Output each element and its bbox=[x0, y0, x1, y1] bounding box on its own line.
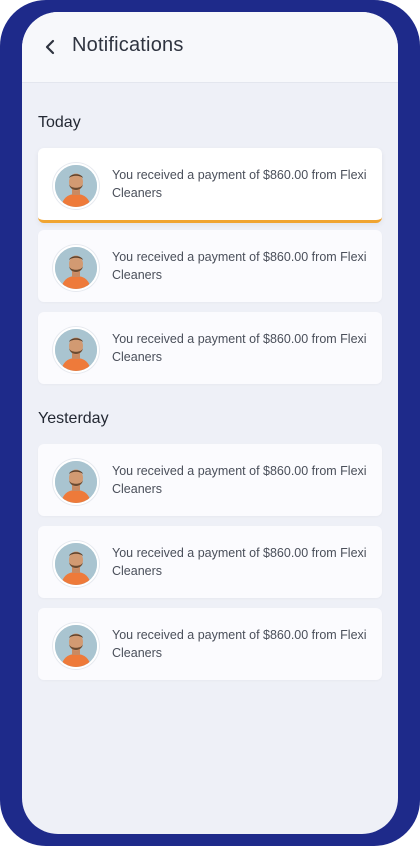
avatar bbox=[53, 623, 99, 669]
notification-item[interactable]: You received a payment of $860.00 from F… bbox=[38, 444, 382, 516]
notification-text: You received a payment of $860.00 from F… bbox=[112, 546, 367, 578]
notification-item[interactable]: You received a payment of $860.00 from F… bbox=[38, 312, 382, 384]
avatar bbox=[53, 459, 99, 505]
notification-text: You received a payment of $860.00 from F… bbox=[112, 250, 367, 282]
avatar bbox=[53, 245, 99, 291]
notification-text: You received a payment of $860.00 from F… bbox=[112, 168, 367, 200]
avatar bbox=[53, 327, 99, 373]
notification-text: You received a payment of $860.00 from F… bbox=[112, 628, 367, 660]
notification-text: You received a payment of $860.00 from F… bbox=[112, 464, 367, 496]
notification-item[interactable]: You received a payment of $860.00 from F… bbox=[38, 148, 382, 223]
notification-item[interactable]: You received a payment of $860.00 from F… bbox=[38, 230, 382, 302]
avatar bbox=[53, 541, 99, 587]
screen: Notifications Today You received a payme… bbox=[22, 12, 398, 834]
page-title: Notifications bbox=[72, 34, 184, 56]
avatar bbox=[53, 163, 99, 209]
notification-item[interactable]: You received a payment of $860.00 from F… bbox=[38, 526, 382, 598]
side-button-right bbox=[414, 150, 420, 240]
notification-item[interactable]: You received a payment of $860.00 from F… bbox=[38, 608, 382, 680]
chevron-left-icon bbox=[45, 39, 55, 55]
section-title-yesterday: Yesterday bbox=[38, 410, 109, 427]
side-button-left bbox=[0, 140, 6, 220]
notification-text: You received a payment of $860.00 from F… bbox=[112, 332, 367, 364]
top-bar: Notifications bbox=[22, 12, 398, 83]
section-title-today: Today bbox=[38, 114, 81, 131]
back-button[interactable] bbox=[40, 36, 60, 58]
phone-frame: Notifications Today You received a payme… bbox=[0, 0, 420, 846]
